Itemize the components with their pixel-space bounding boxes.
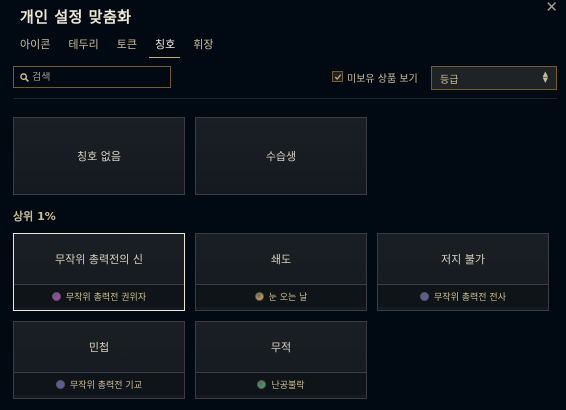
title-card-label: 민첩 <box>88 341 110 354</box>
title-card[interactable]: 저지 불가 무작위 총력전 전사 <box>377 233 549 311</box>
unowned-checkbox[interactable] <box>332 71 343 82</box>
gem-icon <box>51 291 61 301</box>
tab-title[interactable]: 칭호 <box>148 36 184 58</box>
search-input[interactable] <box>32 71 152 83</box>
sort-dropdown-value: 등급 <box>440 74 459 86</box>
title-card-requirement: 무작위 총력전 전사 <box>378 284 548 307</box>
requirement-label: 난공불락 <box>271 380 305 391</box>
tab-banner[interactable]: 휘장 <box>193 36 222 55</box>
title-card[interactable]: 민첩 무작위 총력전 기교 <box>13 321 185 399</box>
unowned-checkbox-label[interactable]: 미보유 상품 보기 <box>347 70 418 85</box>
title-card-label: 저지 불가 <box>441 253 485 266</box>
window-title: 개인 설정 맞춤화 <box>20 8 132 26</box>
search-icon <box>20 72 29 82</box>
search-box[interactable] <box>13 66 171 88</box>
title-card-label: 칭호 없음 <box>77 150 121 163</box>
requirement-label: 눈 오는 날 <box>268 292 308 303</box>
tab-icon[interactable]: 아이콘 <box>20 36 59 55</box>
title-card-requirement: 무작위 총력전 기교 <box>14 372 184 395</box>
title-card[interactable]: 쇄도 눈 오는 날 <box>195 233 367 311</box>
title-card-requirement: 눈 오는 날 <box>196 284 366 307</box>
divider <box>13 98 557 99</box>
title-card-label: 수습생 <box>265 150 297 163</box>
gem-icon <box>56 379 66 389</box>
title-card-apprentice[interactable]: 수습생 <box>195 117 367 195</box>
checkmark-icon <box>334 73 341 80</box>
title-card-label: 쇄도 <box>270 253 292 266</box>
tab-border[interactable]: 테두리 <box>68 36 107 55</box>
section-heading: 상위 1% <box>13 210 56 223</box>
gem-icon <box>257 379 267 389</box>
tab-bar: 아이콘 테두리 토큰 칭호 휘장 <box>20 36 232 58</box>
title-card-label: 무작위 총력전의 신 <box>55 253 143 266</box>
tab-ward[interactable]: 토큰 <box>117 36 146 55</box>
title-card-none[interactable]: 칭호 없음 <box>13 117 185 195</box>
requirement-label: 무작위 총력전 권위자 <box>65 292 147 303</box>
title-card-requirement: 난공불락 <box>196 372 366 395</box>
updown-chevron-icon: ▲ ▼ <box>542 70 548 84</box>
close-icon[interactable]: ✕ <box>545 0 558 16</box>
gem-icon <box>420 291 430 301</box>
title-card[interactable]: 무적 난공불락 <box>195 321 367 399</box>
title-card[interactable]: 무작위 총력전의 신 무작위 총력전 권위자 <box>13 233 185 311</box>
title-card-label: 무적 <box>270 341 292 354</box>
sort-dropdown[interactable]: 등급 ▲ ▼ <box>431 66 557 90</box>
title-card-requirement: 무작위 총력전 권위자 <box>14 284 184 307</box>
requirement-label: 무작위 총력전 전사 <box>434 292 506 303</box>
requirement-label: 무작위 총력전 기교 <box>70 380 142 391</box>
gem-icon <box>254 291 264 301</box>
